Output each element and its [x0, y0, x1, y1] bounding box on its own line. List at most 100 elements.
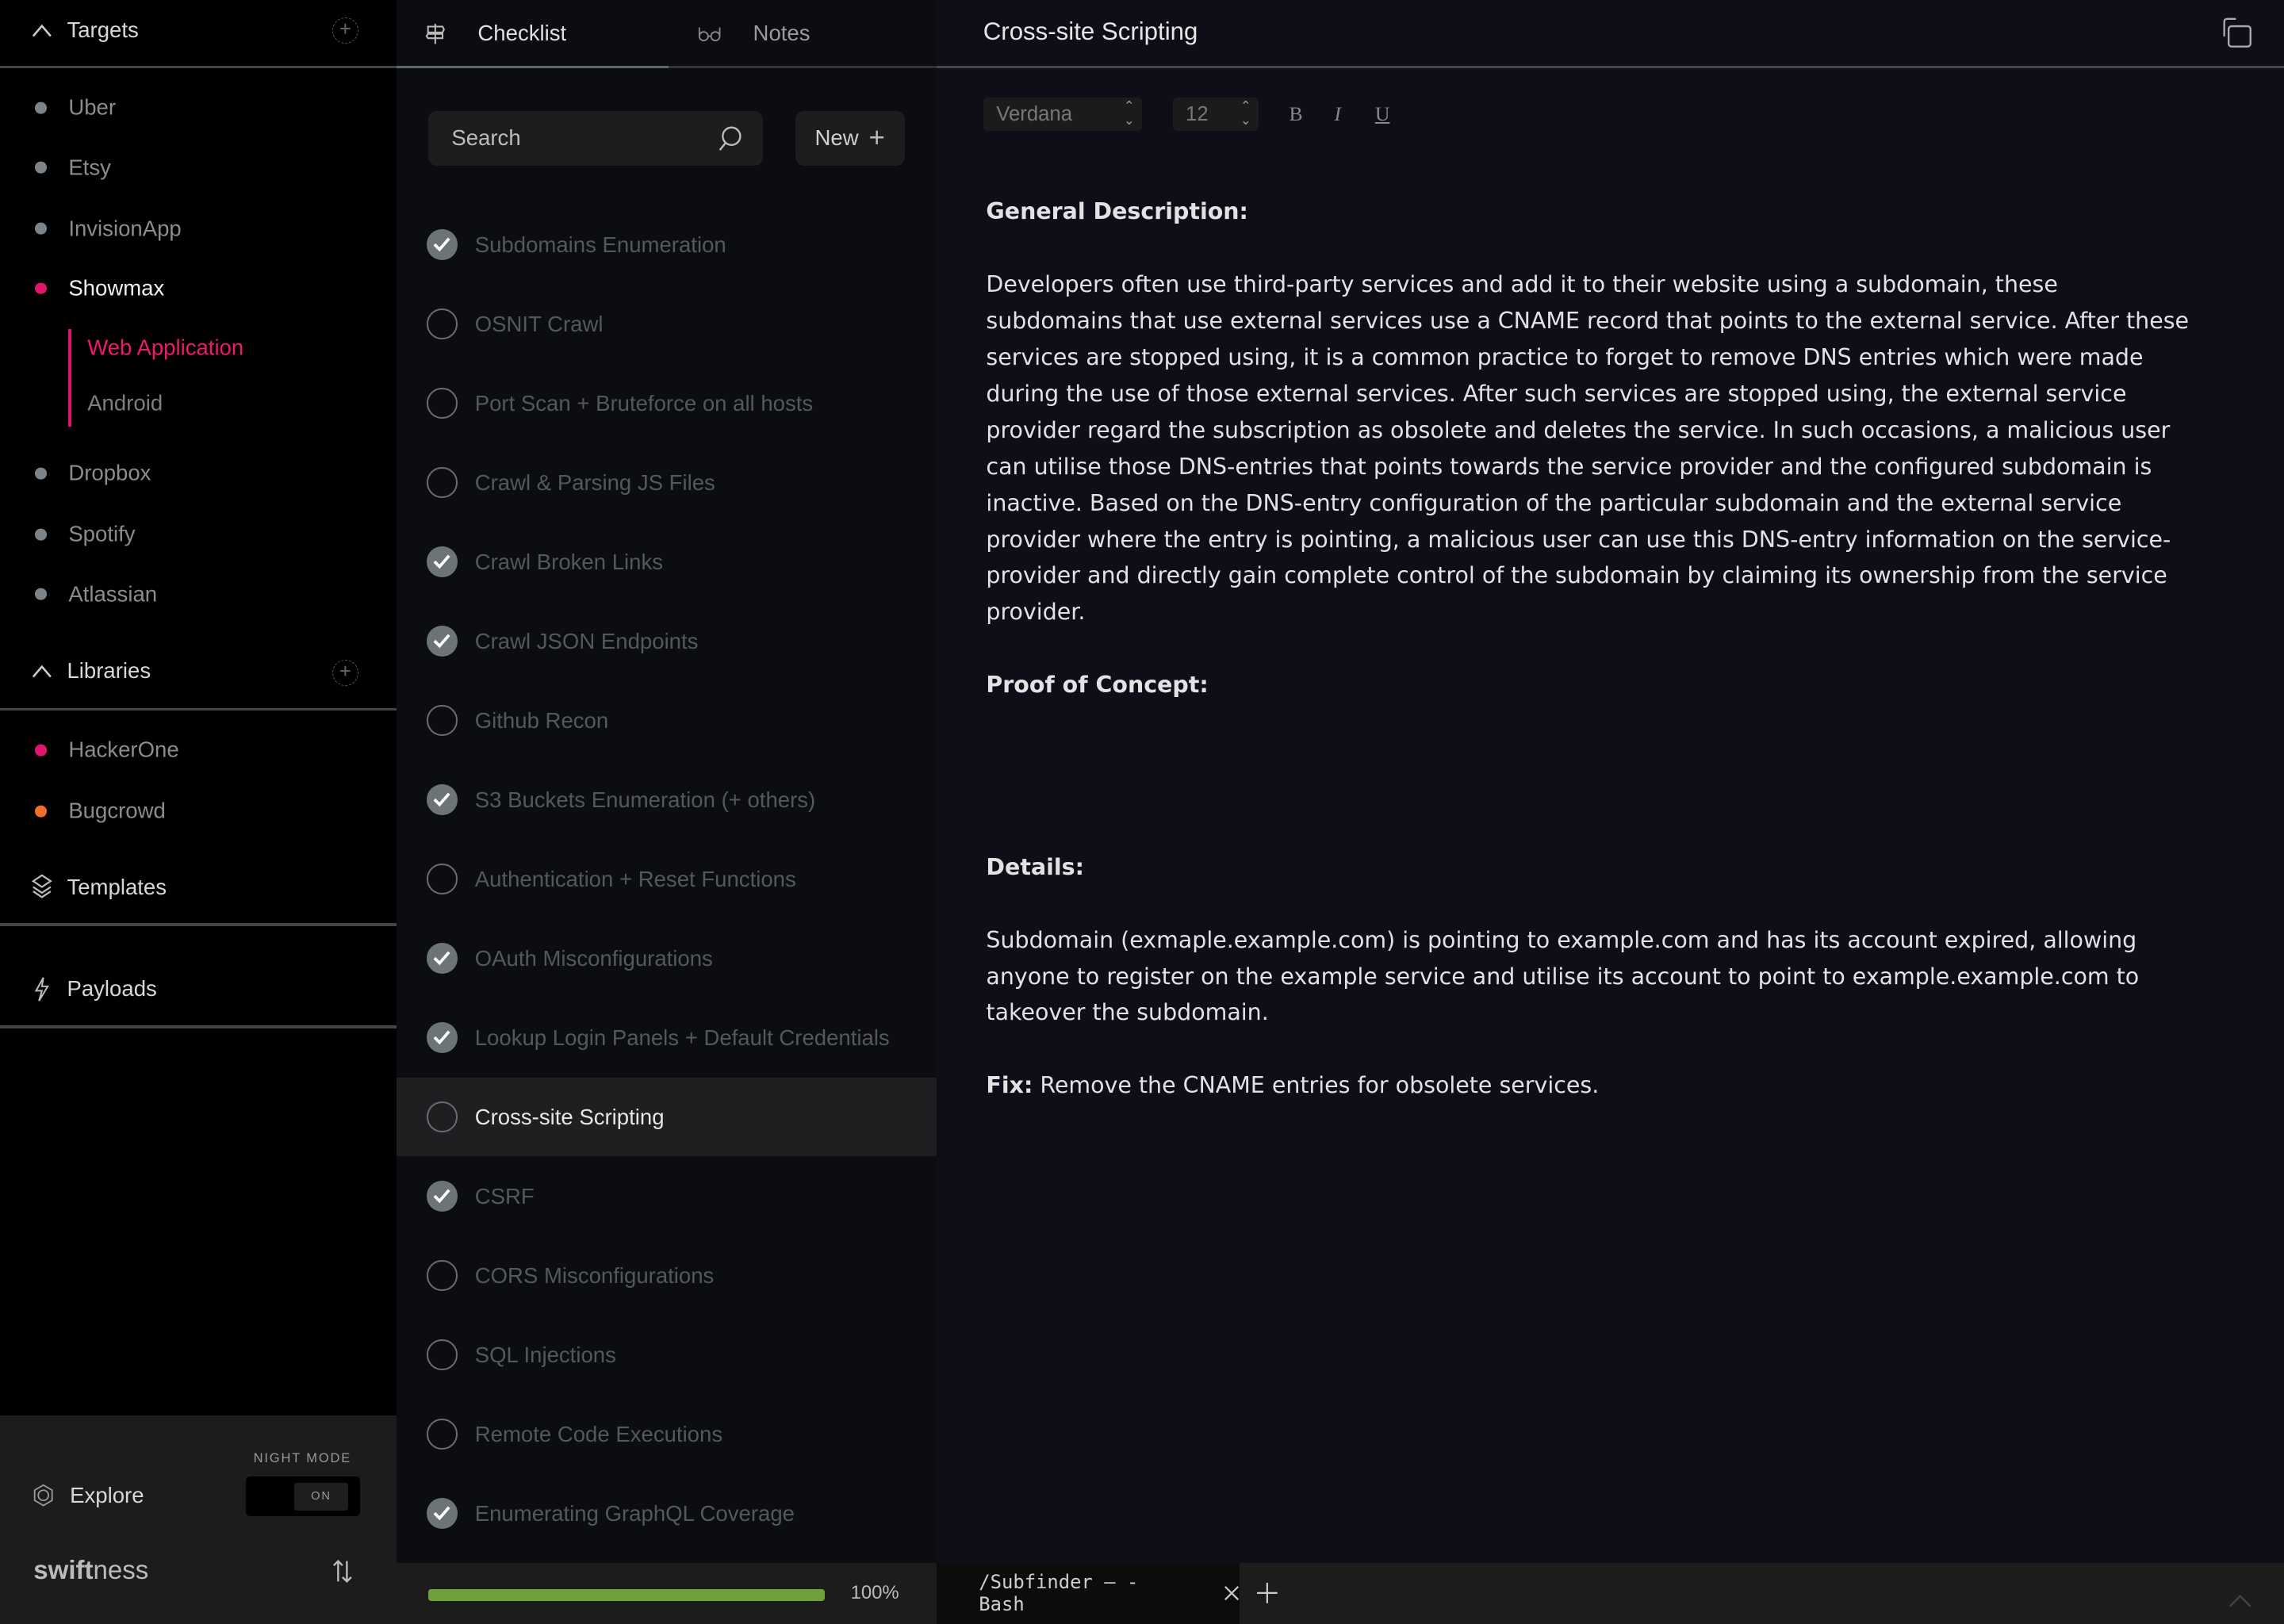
target-item[interactable]: InvisionApp — [35, 214, 182, 243]
checklist-item[interactable]: Authentication + Reset Functions — [397, 840, 937, 918]
checklist-item-label: SQL Injections — [474, 1342, 616, 1367]
unchecked-circle-icon[interactable] — [427, 388, 458, 419]
checklist-item[interactable]: S3 Buckets Enumeration (+ others) — [397, 760, 937, 839]
checked-circle-icon[interactable] — [427, 1181, 458, 1212]
checked-circle-icon[interactable] — [427, 943, 458, 974]
tab-checklist-label: Checklist — [477, 21, 567, 46]
tab-checklist[interactable]: Checklist — [425, 0, 566, 67]
close-icon[interactable] — [1224, 1585, 1240, 1601]
target-label: Showmax — [68, 275, 165, 301]
library-item[interactable]: Bugcrowd — [35, 797, 166, 826]
checklist-item[interactable]: SQL Injections — [397, 1316, 937, 1394]
checked-circle-icon[interactable] — [427, 229, 458, 260]
note-content[interactable]: General Description: Developers often us… — [986, 193, 2194, 1140]
sub-item[interactable]: Web Application — [87, 335, 243, 360]
checklist-item[interactable]: Cross-site Scripting — [396, 1078, 937, 1157]
checklist-item[interactable]: Crawl & Parsing JS Files — [397, 443, 937, 522]
search-placeholder: Search — [451, 124, 521, 150]
terminal-tab[interactable]: /Subfinder — - Bash — [936, 1562, 1240, 1624]
target-item[interactable]: Atlassian — [35, 580, 157, 609]
checked-circle-icon[interactable] — [427, 784, 458, 815]
underline-button[interactable]: U — [1375, 102, 1390, 126]
unchecked-circle-icon[interactable] — [427, 467, 458, 498]
checklist-item-label: Cross-site Scripting — [474, 1104, 665, 1129]
checked-circle-icon[interactable] — [427, 626, 458, 657]
checklist-item-label: CSRF — [474, 1183, 535, 1208]
plus-icon: + — [868, 122, 885, 154]
target-item[interactable]: Showmax — [35, 274, 164, 303]
fix-text: Remove the CNAME entries for obsolete se… — [1033, 1072, 1600, 1099]
font-value: Verdana — [996, 102, 1073, 125]
divider — [0, 923, 397, 927]
checklist-item-label: Remote Code Executions — [474, 1421, 723, 1446]
checked-circle-icon[interactable] — [427, 1022, 458, 1053]
checked-circle-icon[interactable] — [427, 1498, 458, 1529]
target-item[interactable]: Dropbox — [35, 459, 151, 488]
font-select[interactable]: Verdana ⌃ ⌄ — [983, 98, 1142, 132]
checklist-item[interactable]: CSRF — [397, 1157, 937, 1235]
libraries-header[interactable]: Libraries — [32, 658, 151, 684]
sort-arrows-icon[interactable] — [332, 1558, 353, 1584]
sub-item-indicator — [68, 329, 71, 427]
unchecked-circle-icon[interactable] — [427, 308, 458, 339]
general-heading: General Description: — [986, 198, 1248, 225]
progress-track — [427, 1588, 825, 1601]
general-text: Developers often use third-party service… — [986, 271, 2190, 626]
unchecked-circle-icon[interactable] — [427, 1339, 458, 1370]
copy-icon[interactable] — [2221, 17, 2253, 49]
status-dot — [35, 282, 47, 294]
add-target-icon[interactable]: + — [331, 17, 358, 44]
payloads-label: Payloads — [67, 976, 157, 1002]
templates-label: Templates — [67, 874, 167, 899]
checklist-item[interactable]: Lookup Login Panels + Default Credential… — [397, 998, 937, 1077]
unchecked-circle-icon[interactable] — [427, 1419, 458, 1450]
unchecked-circle-icon[interactable] — [427, 705, 458, 736]
bold-button[interactable]: B — [1289, 102, 1302, 126]
status-dot — [35, 528, 47, 541]
logo-light: ness — [93, 1555, 149, 1585]
templates-item[interactable]: Templates — [32, 874, 167, 900]
night-mode-toggle[interactable]: ON — [246, 1477, 360, 1516]
checklist-item[interactable]: Github Recon — [397, 681, 937, 760]
checklist-item-label: OSNIT Crawl — [474, 311, 604, 336]
explore-icon — [34, 1484, 54, 1507]
checklist-item-label: Crawl & Parsing JS Files — [474, 469, 715, 495]
details-heading: Details: — [986, 853, 1084, 880]
sub-item[interactable]: Android — [87, 390, 163, 416]
add-library-icon[interactable]: + — [331, 660, 358, 687]
chevron-up-icon[interactable] — [2228, 1595, 2251, 1608]
night-mode-label: NIGHT MODE — [253, 1450, 352, 1466]
payloads-item[interactable]: Payloads — [32, 976, 157, 1002]
italic-button[interactable]: I — [1334, 102, 1341, 126]
target-label: Spotify — [68, 522, 136, 547]
target-item[interactable]: Uber — [35, 94, 116, 123]
library-label: HackerOne — [68, 737, 179, 762]
checklist-item[interactable]: OAuth Misconfigurations — [397, 919, 937, 998]
tab-notes[interactable]: Notes — [698, 0, 811, 67]
title-divider — [936, 65, 2284, 69]
target-item[interactable]: Etsy — [35, 153, 111, 182]
new-item-button[interactable]: New + — [795, 110, 905, 167]
targets-header[interactable]: Targets — [32, 17, 139, 43]
checked-circle-icon[interactable] — [427, 546, 458, 577]
target-item[interactable]: Spotify — [35, 520, 136, 550]
library-item[interactable]: HackerOne — [35, 736, 179, 765]
unchecked-circle-icon[interactable] — [427, 1101, 458, 1132]
checklist-item[interactable]: Port Scan + Bruteforce on all hosts — [397, 364, 937, 442]
font-size-select[interactable]: 12 ⌃ ⌄ — [1172, 98, 1259, 132]
unchecked-circle-icon[interactable] — [427, 864, 458, 894]
checklist-item[interactable]: Crawl Broken Links — [397, 523, 937, 601]
checklist-item[interactable]: Enumerating GraphQL Coverage — [397, 1474, 937, 1553]
checklist-item[interactable]: CORS Misconfigurations — [397, 1236, 937, 1315]
search-input[interactable]: Search — [427, 110, 764, 167]
checklist-item[interactable]: OSNIT Crawl — [397, 285, 937, 363]
explore-item[interactable]: Explore — [32, 1483, 144, 1508]
checklist-item[interactable]: Subdomains Enumeration — [397, 205, 937, 284]
poc-heading: Proof of Concept: — [986, 672, 1209, 699]
layers-icon — [32, 874, 53, 898]
unchecked-circle-icon[interactable] — [427, 1260, 458, 1291]
checklist-item[interactable]: Remote Code Executions — [397, 1395, 937, 1473]
add-terminal-icon[interactable] — [1257, 1583, 1278, 1604]
search-icon[interactable] — [717, 125, 743, 151]
checklist-item[interactable]: Crawl JSON Endpoints — [397, 602, 937, 680]
